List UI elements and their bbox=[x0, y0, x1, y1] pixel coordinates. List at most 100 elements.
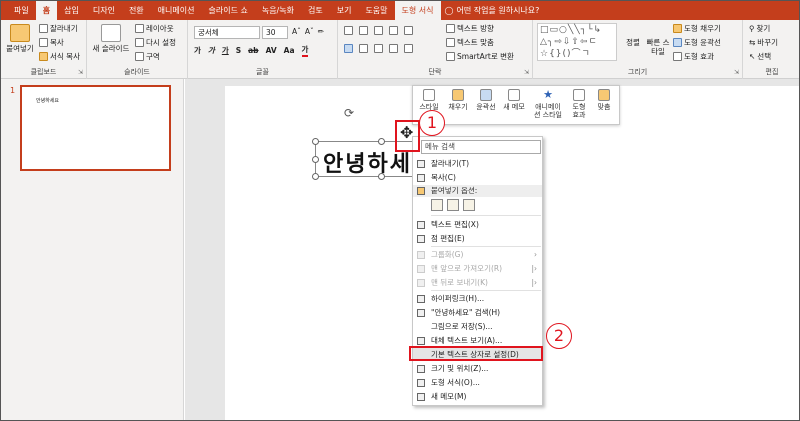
justify-icon[interactable] bbox=[389, 44, 398, 53]
mini-style-button[interactable]: 스타일 bbox=[417, 89, 441, 111]
menu-item-edit-points[interactable]: 점 편집(E) bbox=[413, 232, 542, 245]
quick-styles-button[interactable]: 빠른 스타일 bbox=[645, 38, 671, 56]
replace-button[interactable]: ⇆ 바꾸기 bbox=[749, 37, 778, 48]
ribbon-tab-bar: 파일 홈 삽입 디자인 전환 애니메이션 슬라이드 쇼 녹음/녹화 검토 보기 … bbox=[1, 1, 799, 20]
align-text-button[interactable]: 텍스트 맞춤 bbox=[446, 37, 494, 48]
paste-option-icon[interactable] bbox=[463, 199, 475, 211]
shape-outline-button[interactable]: 도형 윤곽선 bbox=[673, 37, 721, 48]
align-left-icon[interactable] bbox=[344, 44, 353, 53]
increase-indent-icon[interactable] bbox=[389, 26, 398, 35]
layout-button[interactable]: 레이아웃 bbox=[135, 23, 174, 34]
menu-item-send-back: 맨 뒤로 보내기(K) |› bbox=[413, 276, 542, 289]
menu-item-copy[interactable]: 복사(C) bbox=[413, 171, 542, 184]
rotate-handle-icon[interactable]: ⟳ bbox=[342, 106, 356, 120]
slide-thumbnail[interactable]: 안녕하세요 bbox=[20, 85, 171, 171]
tab-slideshow[interactable]: 슬라이드 쇼 bbox=[201, 1, 254, 20]
tab-record[interactable]: 녹음/녹화 bbox=[255, 1, 301, 20]
grow-font-icon[interactable]: Aˆ bbox=[292, 27, 301, 36]
resize-handle[interactable] bbox=[378, 138, 385, 145]
shape-fill-button[interactable]: 도형 채우기 bbox=[673, 23, 721, 34]
font-name-select[interactable]: 궁서체 bbox=[194, 26, 260, 39]
clear-format-icon[interactable]: ✏ bbox=[318, 27, 324, 36]
numbering-icon[interactable] bbox=[359, 26, 368, 35]
case-icon[interactable]: Aa bbox=[284, 46, 295, 55]
tab-transitions[interactable]: 전환 bbox=[122, 1, 151, 20]
underline-icon[interactable]: 가 bbox=[222, 45, 229, 56]
tab-design[interactable]: 디자인 bbox=[86, 1, 122, 20]
resize-handle[interactable] bbox=[312, 138, 319, 145]
smartart-button[interactable]: SmartArt로 변환 bbox=[446, 51, 514, 62]
resize-handle[interactable] bbox=[312, 173, 319, 180]
line-spacing-icon[interactable] bbox=[404, 26, 413, 35]
shape-effects-button[interactable]: 도형 효과 bbox=[673, 51, 714, 62]
paste-option-icon[interactable] bbox=[447, 199, 459, 211]
shapes-gallery[interactable]: □▭○╲╲┐└↳ △╮⇨⇩⇧⇦ㄷ ☆{}()⌒ㄱ bbox=[537, 23, 617, 61]
decrease-indent-icon[interactable] bbox=[374, 26, 383, 35]
star-icon: ★ bbox=[543, 88, 553, 101]
paste-icon bbox=[10, 24, 30, 42]
tab-insert[interactable]: 삽입 bbox=[57, 1, 86, 20]
paste-button[interactable]: 붙여넣기 bbox=[5, 24, 35, 53]
copy-icon bbox=[39, 38, 48, 47]
tab-file[interactable]: 파일 bbox=[7, 1, 36, 20]
dialog-launcher-icon[interactable]: ⇲ bbox=[524, 69, 529, 76]
bullets-icon[interactable] bbox=[344, 26, 353, 35]
section-button[interactable]: 구역 bbox=[135, 51, 160, 62]
mini-fill-button[interactable]: 채우기 bbox=[445, 89, 471, 111]
edit-points-icon bbox=[417, 235, 425, 243]
menu-item-edit-text[interactable]: 텍스트 편집(X) bbox=[413, 218, 542, 231]
mini-comment-button[interactable]: 새 메모 bbox=[501, 89, 527, 111]
menu-item-cut[interactable]: 잘라내기(T) bbox=[413, 157, 542, 170]
paste-option-icon[interactable] bbox=[431, 199, 443, 211]
copy-button[interactable]: 복사 bbox=[39, 37, 64, 48]
resize-handle[interactable] bbox=[312, 156, 319, 163]
italic-icon[interactable]: 가 bbox=[208, 45, 215, 56]
dialog-launcher-icon[interactable]: ⇲ bbox=[734, 69, 739, 76]
menu-item-bring-front: 맨 앞으로 가져오기(R) |› bbox=[413, 262, 542, 275]
shadow-icon[interactable]: S bbox=[236, 46, 241, 55]
align-right-icon[interactable] bbox=[374, 44, 383, 53]
arrange-button[interactable]: 정렬 bbox=[621, 38, 645, 47]
text-direction-button[interactable]: 텍스트 방향 bbox=[446, 23, 494, 34]
menu-search-input[interactable]: 메뉴 검색 bbox=[421, 140, 541, 154]
annotation-box-step2 bbox=[409, 346, 543, 361]
menu-item-save-picture[interactable]: 그림으로 저장(S)... bbox=[413, 320, 542, 333]
menu-item-hyperlink[interactable]: 하이퍼링크(H)... bbox=[413, 292, 542, 305]
reset-button[interactable]: 다시 설정 bbox=[135, 37, 176, 48]
select-button[interactable]: ↖ 선택 bbox=[749, 51, 771, 62]
tab-home[interactable]: 홈 bbox=[35, 1, 58, 20]
bold-icon[interactable]: 가 bbox=[194, 45, 201, 56]
new-slide-button[interactable]: 새 슬라이드 bbox=[91, 24, 131, 53]
shrink-font-icon[interactable]: Aˇ bbox=[305, 27, 314, 36]
group-clipboard: 붙여넣기 잘라내기 복사 서식 복사 클립보드 ⇲ bbox=[1, 20, 87, 79]
menu-item-search[interactable]: "안녕하세요" 검색(H) bbox=[413, 306, 542, 319]
spacing-icon[interactable]: AV bbox=[266, 46, 277, 55]
mini-arrange-button[interactable]: 맞춤 bbox=[593, 89, 615, 111]
find-button[interactable]: ⚲ 찾기 bbox=[749, 23, 770, 34]
tab-review[interactable]: 검토 bbox=[301, 1, 330, 20]
tab-view[interactable]: 보기 bbox=[330, 1, 359, 20]
dialog-launcher-icon[interactable]: ⇲ bbox=[78, 69, 83, 76]
menu-item-format-shape[interactable]: 도형 서식(O)... bbox=[413, 376, 542, 389]
strike-icon[interactable]: ab bbox=[248, 46, 258, 55]
mini-effects-button[interactable]: 도형 효과 bbox=[569, 89, 589, 119]
lightbulb-icon: ◯ bbox=[444, 6, 454, 15]
mini-animation-button[interactable]: ★ 애니메이션 스타일 bbox=[533, 88, 563, 120]
tab-animations[interactable]: 애니메이션 bbox=[151, 1, 202, 20]
menu-item-new-comment[interactable]: 새 메모(M) bbox=[413, 390, 542, 403]
columns-icon[interactable] bbox=[404, 44, 413, 53]
font-size-select[interactable]: 30 bbox=[262, 26, 288, 39]
resize-handle[interactable] bbox=[378, 173, 385, 180]
menu-item-size-position[interactable]: 크기 및 위치(Z)... bbox=[413, 362, 542, 375]
paste-icon bbox=[417, 187, 425, 195]
edit-text-icon bbox=[417, 221, 425, 229]
tab-help[interactable]: 도움말 bbox=[358, 1, 394, 20]
mini-outline-button[interactable]: 윤곽선 bbox=[473, 89, 499, 111]
font-color-icon[interactable]: 가 bbox=[301, 44, 309, 57]
align-text-icon bbox=[446, 38, 455, 47]
tab-shape-format[interactable]: 도형 서식 bbox=[394, 1, 441, 20]
tell-me-box[interactable]: ◯ 어떤 작업을 원하시나요? bbox=[445, 5, 540, 16]
align-center-icon[interactable] bbox=[359, 44, 368, 53]
format-painter-button[interactable]: 서식 복사 bbox=[39, 51, 80, 62]
cut-button[interactable]: 잘라내기 bbox=[39, 23, 78, 34]
